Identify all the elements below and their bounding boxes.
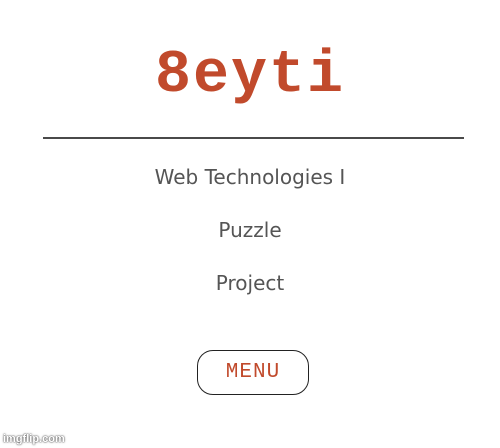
menu-button[interactable]: MENU xyxy=(197,350,309,395)
nav-item-project: Project xyxy=(215,271,285,295)
header-divider xyxy=(43,137,464,139)
nav-item-web-technologies: Web Technologies I xyxy=(154,165,346,189)
nav-item-puzzle: Puzzle xyxy=(218,218,282,242)
site-logo: 8eyti xyxy=(154,42,346,110)
imgflip-watermark: imgflip.com xyxy=(3,433,65,445)
